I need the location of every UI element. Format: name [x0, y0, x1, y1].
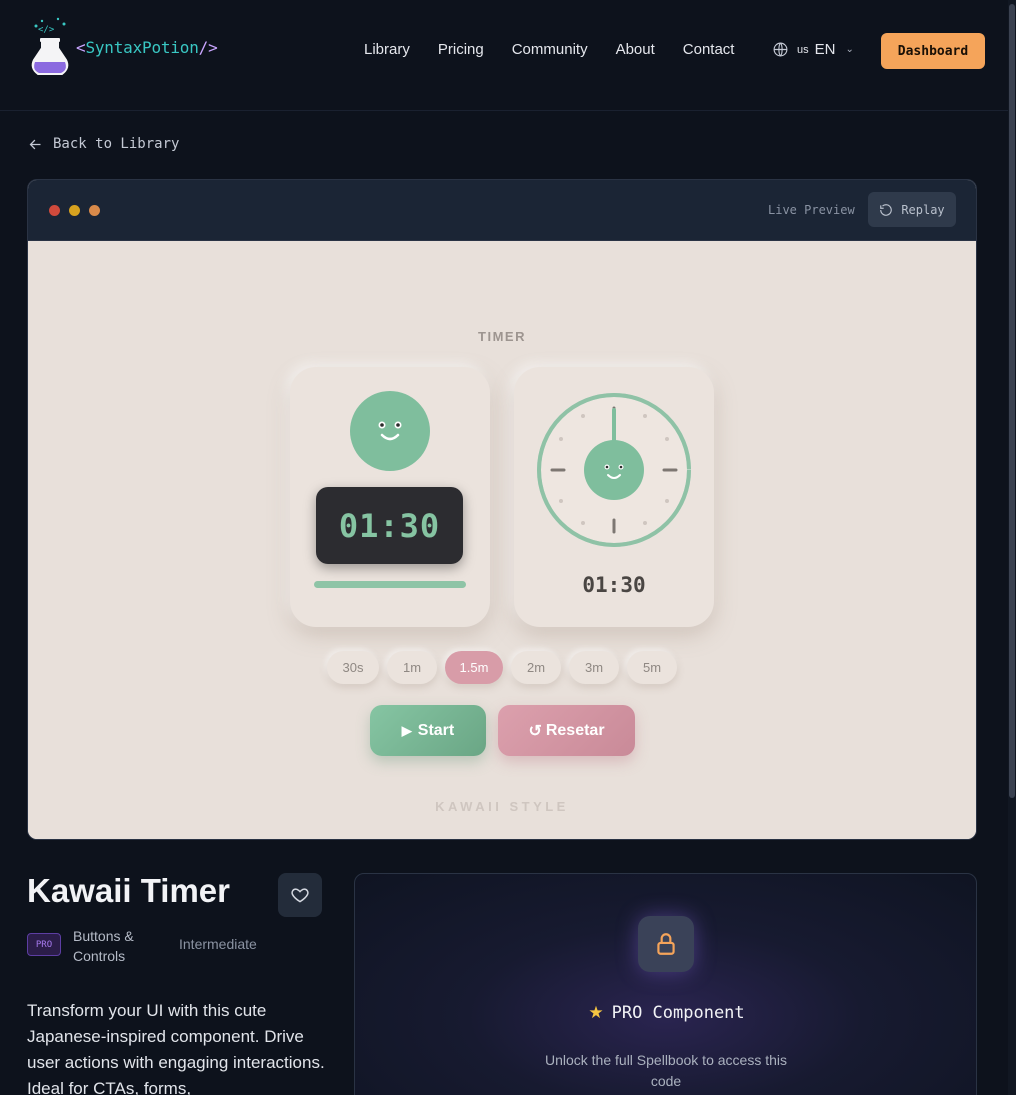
preset-1m[interactable]: 1m	[387, 651, 437, 684]
logo[interactable]: </> <SyntaxPotion/>	[28, 16, 218, 78]
potion-flask-icon: </>	[31, 17, 69, 75]
analog-clock-icon	[537, 393, 691, 547]
favorite-button[interactable]	[278, 873, 322, 917]
reset-label: Resetar	[545, 721, 605, 739]
component-title: Kawaii Timer	[27, 872, 230, 909]
preview-toolbar: Live Preview Replay	[28, 180, 976, 241]
logo-text: <SyntaxPotion/>	[76, 38, 218, 57]
pro-title: PRO Component	[611, 1003, 745, 1023]
level-label: Intermediate	[179, 936, 257, 952]
scrollbar-thumb[interactable]	[1009, 4, 1015, 798]
logo-bracket-close: />	[198, 37, 218, 57]
window-dot-yellow	[69, 205, 80, 216]
pro-title-row: ★ PRO Component	[355, 1003, 976, 1023]
preset-3m[interactable]: 3m	[569, 651, 619, 684]
component-description: Transform your UI with this cute Japanes…	[27, 1001, 325, 1095]
preset-5m[interactable]: 5m	[627, 651, 677, 684]
svg-text:</>: </>	[38, 25, 55, 35]
page-scrollbar[interactable]	[1008, 0, 1016, 1095]
preset-group: 30s 1m 1.5m 2m 3m 5m	[28, 651, 976, 684]
globe-icon	[773, 42, 788, 57]
window-dot-red	[49, 205, 60, 216]
live-preview-label: Live Preview	[768, 203, 855, 217]
language-code: EN	[814, 41, 836, 58]
pro-lock-panel: ★ PRO Component Unlock the full Spellbook…	[354, 873, 977, 1095]
site-header: </> <SyntaxPotion/> Library Pricing Comm…	[0, 0, 1008, 111]
pro-subtitle: Unlock the full Spellbook to access this…	[544, 1052, 787, 1089]
star-icon: ★	[588, 1003, 604, 1023]
play-icon: ▶	[401, 722, 412, 738]
language-selector[interactable]: us EN ⌄	[772, 41, 854, 58]
reset-button[interactable]: ↺ Resetar	[498, 705, 635, 756]
start-label: Start	[417, 721, 455, 739]
preset-1-5m[interactable]: 1.5m	[445, 651, 503, 684]
replay-icon	[880, 203, 893, 216]
heart-icon	[291, 888, 309, 903]
timer-title: TIMER	[478, 329, 526, 344]
arrow-left-icon	[29, 139, 41, 149]
preview-window: Live Preview Replay TIMER 01:30 01:30 30…	[27, 179, 977, 840]
category-label[interactable]: Buttons & Controls	[73, 926, 163, 966]
reset-icon: ↺	[528, 722, 542, 740]
nav-contact[interactable]: Contact	[683, 41, 735, 58]
flag-label: us	[797, 43, 809, 56]
preview-stage: TIMER 01:30 01:30 30s 1m 1.5m 2m 3m 5m ▶…	[28, 241, 976, 839]
replay-label: Replay	[901, 202, 945, 217]
preset-30s[interactable]: 30s	[327, 651, 379, 684]
timer-progress-bar	[314, 581, 466, 588]
digital-timer-card: 01:30	[290, 367, 490, 627]
digital-time-display: 01:30	[316, 487, 463, 564]
back-label: Back to Library	[53, 136, 180, 152]
style-tag: KAWAII STYLE	[435, 799, 569, 814]
nav-community[interactable]: Community	[512, 41, 588, 58]
window-dot-orange	[89, 205, 100, 216]
smiley-face-icon	[350, 391, 430, 471]
main-nav: Library Pricing Community About Contact	[364, 41, 762, 58]
timer-actions: ▶ Start ↺ Resetar	[370, 705, 635, 756]
logo-name: SyntaxPotion	[85, 37, 199, 57]
dashboard-button[interactable]: Dashboard	[881, 33, 985, 69]
nav-library[interactable]: Library	[364, 41, 410, 58]
lock-icon	[638, 916, 694, 972]
nav-pricing[interactable]: Pricing	[438, 41, 484, 58]
pro-badge: PRO	[27, 933, 61, 956]
nav-about[interactable]: About	[616, 41, 655, 58]
start-button[interactable]: ▶ Start	[370, 705, 486, 756]
preset-2m[interactable]: 2m	[511, 651, 561, 684]
chevron-down-icon: ⌄	[845, 44, 854, 55]
analog-time-label: 01:30	[582, 573, 646, 597]
back-to-library-link[interactable]: Back to Library	[28, 136, 179, 152]
analog-timer-card: 01:30	[514, 367, 714, 627]
replay-button[interactable]: Replay	[868, 192, 956, 227]
